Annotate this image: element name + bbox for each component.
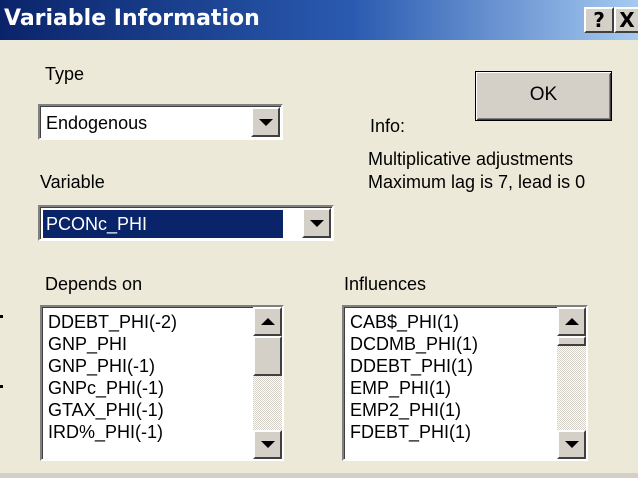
type-selected-value: Endogenous (46, 113, 148, 133)
list-item[interactable]: FDEBT_PHI(1) (350, 421, 478, 443)
arrow-up-icon (260, 318, 275, 325)
scroll-thumb[interactable] (253, 336, 282, 376)
chevron-down-icon (309, 219, 324, 227)
scroll-up-button[interactable] (253, 307, 282, 336)
variable-information-dialog: Variable Information ? X Type Endogenous… (0, 0, 638, 478)
list-item[interactable]: EMP2_PHI(1) (350, 399, 478, 421)
info-label: Info: (370, 116, 406, 136)
variable-selected-value: PCONc_PHI (42, 209, 284, 239)
influences-scrollbar[interactable] (557, 307, 586, 459)
arrow-up-icon (564, 318, 579, 325)
variable-combobox[interactable]: PCONc_PHI (38, 205, 334, 241)
influences-listbox[interactable]: CAB$_PHI(1) DCDMB_PHI(1) DDEBT_PHI(1) EM… (342, 305, 588, 461)
variable-dropdown-button[interactable] (302, 208, 331, 238)
depends-on-scrollbar[interactable] (253, 307, 282, 459)
scroll-down-button[interactable] (253, 430, 282, 459)
arrow-down-icon (564, 441, 579, 448)
close-button[interactable]: X (614, 7, 638, 33)
info-line-1: Multiplicative adjustments (368, 149, 574, 169)
edge-mark (0, 385, 3, 388)
dialog-title: Variable Information (4, 6, 260, 31)
scroll-up-button[interactable] (557, 307, 586, 336)
depends-on-label: Depends on (45, 274, 143, 294)
window-bottom-edge (0, 473, 638, 478)
scroll-thumb[interactable] (557, 336, 586, 346)
list-item[interactable]: DDEBT_PHI(1) (350, 355, 478, 377)
list-item[interactable]: DDEBT_PHI(-2) (48, 311, 177, 333)
arrow-down-icon (260, 441, 275, 448)
list-item[interactable]: CAB$_PHI(1) (350, 311, 478, 333)
influences-label: Influences (344, 274, 427, 294)
depends-on-listbox[interactable]: DDEBT_PHI(-2) GNP_PHI GNP_PHI(-1) GNPc_P… (40, 305, 284, 461)
type-dropdown-button[interactable] (251, 107, 280, 137)
list-item[interactable]: EMP_PHI(1) (350, 377, 478, 399)
type-combobox[interactable]: Endogenous (38, 104, 283, 140)
type-label: Type (45, 64, 85, 84)
help-button[interactable]: ? (584, 7, 614, 33)
chevron-down-icon (258, 118, 273, 126)
list-item[interactable]: GTAX_PHI(-1) (48, 399, 177, 421)
variable-label: Variable (40, 172, 105, 192)
ok-button[interactable]: OK (475, 71, 612, 121)
list-item[interactable]: DCDMB_PHI(1) (350, 333, 478, 355)
info-line-2: Maximum lag is 7, lead is 0 (368, 172, 586, 192)
list-item[interactable]: GNP_PHI (48, 333, 177, 355)
scroll-down-button[interactable] (557, 430, 586, 459)
list-item[interactable]: IRD%_PHI(-1) (48, 421, 177, 443)
title-bar[interactable]: Variable Information ? X (0, 0, 638, 40)
edge-mark (0, 315, 3, 318)
list-item[interactable]: GNP_PHI(-1) (48, 355, 177, 377)
list-item[interactable]: GNPc_PHI(-1) (48, 377, 177, 399)
